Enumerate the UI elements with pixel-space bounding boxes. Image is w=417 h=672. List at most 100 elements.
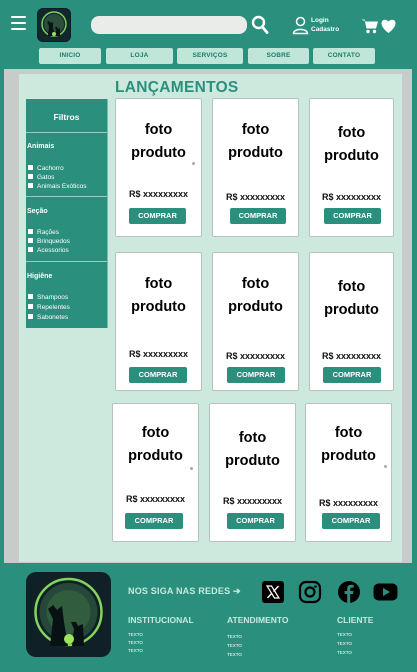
- buy-button[interactable]: COMPRAR: [129, 208, 186, 224]
- footer-link[interactable]: TEXTO: [337, 631, 352, 640]
- login-links: Login Cadastro: [311, 16, 339, 34]
- cart-icon[interactable]: [361, 18, 379, 34]
- buy-button[interactable]: COMPRAR: [323, 367, 381, 383]
- product-price: R$ xxxxxxxxx: [321, 192, 382, 202]
- logo-image: [41, 11, 67, 37]
- product-card[interactable]: foto produto R$ xxxxxxxxx COMPRAR: [115, 252, 202, 391]
- checkbox[interactable]: [28, 247, 33, 252]
- product-photo: foto produto: [324, 279, 379, 318]
- product-photo: foto produto: [321, 425, 376, 464]
- divider: [26, 196, 107, 197]
- facebook-icon[interactable]: [337, 580, 361, 604]
- product-card[interactable]: foto produto R$ xxxxxxxxx COMPRAR: [115, 98, 202, 237]
- register-link[interactable]: Cadastro: [311, 25, 339, 34]
- filter-option[interactable]: Animais Exóticos: [28, 182, 87, 191]
- checkbox[interactable]: [28, 165, 33, 170]
- product-card[interactable]: foto produto R$ xxxxxxxxx COMPRAR: [112, 403, 199, 542]
- footer-col-title-cliente: CLIENTE: [337, 615, 374, 625]
- x-icon[interactable]: [261, 580, 285, 604]
- product-price: R$ xxxxxxxxx: [222, 496, 283, 506]
- footer-link[interactable]: TEXTO: [337, 649, 352, 658]
- product-photo: foto produto: [128, 425, 183, 464]
- product-price: R$ xxxxxxxxx: [125, 494, 186, 504]
- filter-option[interactable]: Sabonetes: [28, 313, 68, 322]
- nav-sobre[interactable]: SOBRE: [248, 48, 309, 64]
- buy-button[interactable]: COMPRAR: [129, 367, 187, 383]
- filter-option[interactable]: Cachorro: [28, 164, 64, 173]
- logo[interactable]: [37, 8, 71, 42]
- heart-icon[interactable]: [380, 18, 397, 34]
- footer-logo[interactable]: [26, 572, 111, 657]
- buy-button[interactable]: COMPRAR: [125, 513, 183, 529]
- filter-option[interactable]: Brinquedos: [28, 237, 70, 246]
- checkbox[interactable]: [28, 229, 33, 234]
- nav-contato[interactable]: CONTATO: [313, 48, 375, 64]
- footer-link[interactable]: TEXTO: [337, 640, 352, 649]
- footer-link[interactable]: TEXTO: [227, 642, 242, 651]
- dot: [190, 467, 193, 470]
- product-card[interactable]: foto produto R$ xxxxxxxxx COMPRAR: [212, 252, 299, 391]
- filter-group-title: Seção: [27, 208, 48, 215]
- filter-option[interactable]: Rações: [28, 228, 59, 237]
- checkbox[interactable]: [28, 314, 33, 319]
- buy-button[interactable]: COMPRAR: [227, 367, 285, 383]
- footer-link[interactable]: TEXTO: [128, 647, 143, 656]
- search-icon[interactable]: [251, 15, 269, 35]
- footer-col-title-institucional: INSTITUCIONAL: [128, 615, 194, 625]
- search-input[interactable]: [91, 16, 247, 34]
- footer-link[interactable]: TEXTO: [227, 651, 242, 660]
- logo-image: [34, 577, 103, 647]
- checkbox[interactable]: [28, 183, 33, 188]
- user-icon[interactable]: [292, 16, 309, 35]
- follow-label: NOS SIGA NAS REDES ➔: [128, 586, 241, 596]
- product-photo: foto produto: [228, 276, 283, 315]
- product-price: R$ xxxxxxxxx: [225, 192, 286, 202]
- nav-loja[interactable]: LOJA: [106, 48, 173, 64]
- product-card[interactable]: foto produto R$ xxxxxxxxx COMPRAR: [309, 98, 394, 237]
- filter-option[interactable]: Shampoos: [28, 293, 68, 302]
- dot: [384, 465, 387, 468]
- filters-title: Filtros: [53, 112, 80, 122]
- youtube-icon[interactable]: [373, 580, 398, 604]
- divider: [26, 132, 107, 133]
- product-photo: foto produto: [228, 122, 283, 161]
- buy-button[interactable]: COMPRAR: [322, 513, 380, 529]
- filter-group-title: Higiêne: [27, 273, 53, 280]
- checkbox[interactable]: [28, 304, 33, 309]
- footer-link[interactable]: TEXTO: [227, 633, 242, 642]
- filter-option[interactable]: Gatos: [28, 173, 54, 182]
- buy-button[interactable]: COMPRAR: [227, 513, 284, 529]
- filter-option[interactable]: Acessorios: [28, 246, 69, 255]
- login-link[interactable]: Login: [311, 16, 339, 25]
- divider: [26, 261, 107, 262]
- menu-icon[interactable]: [11, 16, 26, 30]
- product-price: R$ xxxxxxxxx: [128, 349, 189, 359]
- product-card[interactable]: foto produto R$ xxxxxxxxx COMPRAR: [212, 98, 299, 237]
- product-photo: foto produto: [131, 122, 186, 161]
- checkbox[interactable]: [28, 174, 33, 179]
- product-card[interactable]: foto produto R$ xxxxxxxxx COMPRAR: [209, 403, 296, 542]
- filters-sidebar: Filtros Animais Cachorro Gatos Animais E…: [26, 99, 108, 328]
- dot: [192, 162, 195, 165]
- product-price: R$ xxxxxxxxx: [318, 498, 379, 508]
- product-card[interactable]: foto produto R$ xxxxxxxxx COMPRAR: [305, 403, 392, 542]
- product-price: R$ xxxxxxxxx: [321, 351, 382, 361]
- filter-option[interactable]: Repelentes: [28, 303, 70, 312]
- nav-servicos[interactable]: SERVIÇOS: [177, 48, 243, 64]
- product-card[interactable]: foto produto R$ xxxxxxxxx COMPRAR: [309, 252, 394, 391]
- product-price: R$ xxxxxxxxx: [128, 189, 189, 199]
- checkbox[interactable]: [28, 238, 33, 243]
- footer-col-title-atendimento: ATENDIMENTO: [227, 615, 289, 625]
- main-nav: INICIO LOJA SERVIÇOS SOBRE CONTATO: [0, 48, 417, 66]
- product-photo: foto produto: [225, 430, 280, 469]
- product-photo: foto produto: [324, 125, 379, 164]
- buy-button[interactable]: COMPRAR: [324, 208, 381, 224]
- section-title: LANÇAMENTOS: [115, 79, 239, 96]
- product-photo: foto produto: [131, 276, 186, 315]
- product-price: R$ xxxxxxxxx: [225, 351, 286, 361]
- checkbox[interactable]: [28, 294, 33, 299]
- nav-inicio[interactable]: INICIO: [39, 48, 101, 64]
- filter-group-title: Animais: [27, 143, 55, 150]
- buy-button[interactable]: COMPRAR: [230, 208, 286, 224]
- instagram-icon[interactable]: [298, 580, 322, 604]
